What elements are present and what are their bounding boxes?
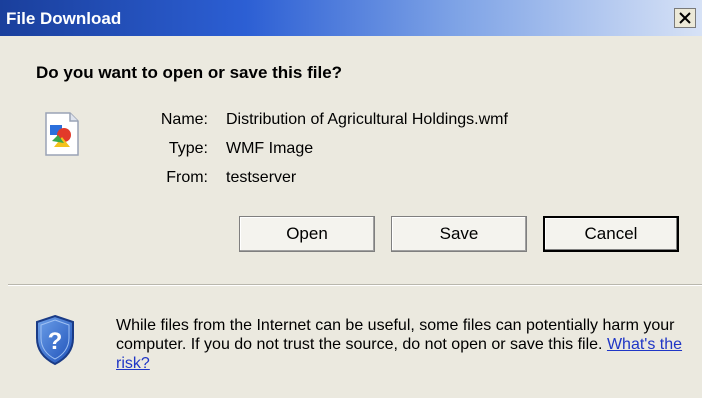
- shield-question-icon: ?: [36, 314, 74, 366]
- name-label: Name:: [160, 111, 208, 128]
- cancel-button[interactable]: Cancel: [543, 216, 679, 252]
- save-button[interactable]: Save: [391, 216, 527, 252]
- svg-text:?: ?: [48, 328, 63, 355]
- close-button[interactable]: [674, 8, 696, 28]
- file-type-value: WMF Image: [226, 140, 314, 157]
- window-title: File Download: [6, 9, 122, 28]
- wmf-file-icon: [45, 112, 79, 156]
- dialog-question: Do you want to open or save this file?: [36, 63, 343, 82]
- file-download-dialog: File Download Do you want to open or sav…: [0, 0, 702, 398]
- security-warning: While files from the Internet can be use…: [116, 316, 686, 373]
- security-warning-text: While files from the Internet can be use…: [116, 317, 675, 353]
- type-label: Type:: [168, 140, 208, 157]
- file-name-value: Distribution of Agricultural Holdings.wm…: [226, 111, 508, 128]
- from-label: From:: [166, 169, 208, 186]
- close-icon: [679, 12, 691, 24]
- title-bar[interactable]: File Download: [0, 0, 702, 36]
- file-source-value: testserver: [226, 169, 297, 186]
- open-button[interactable]: Open: [239, 216, 375, 252]
